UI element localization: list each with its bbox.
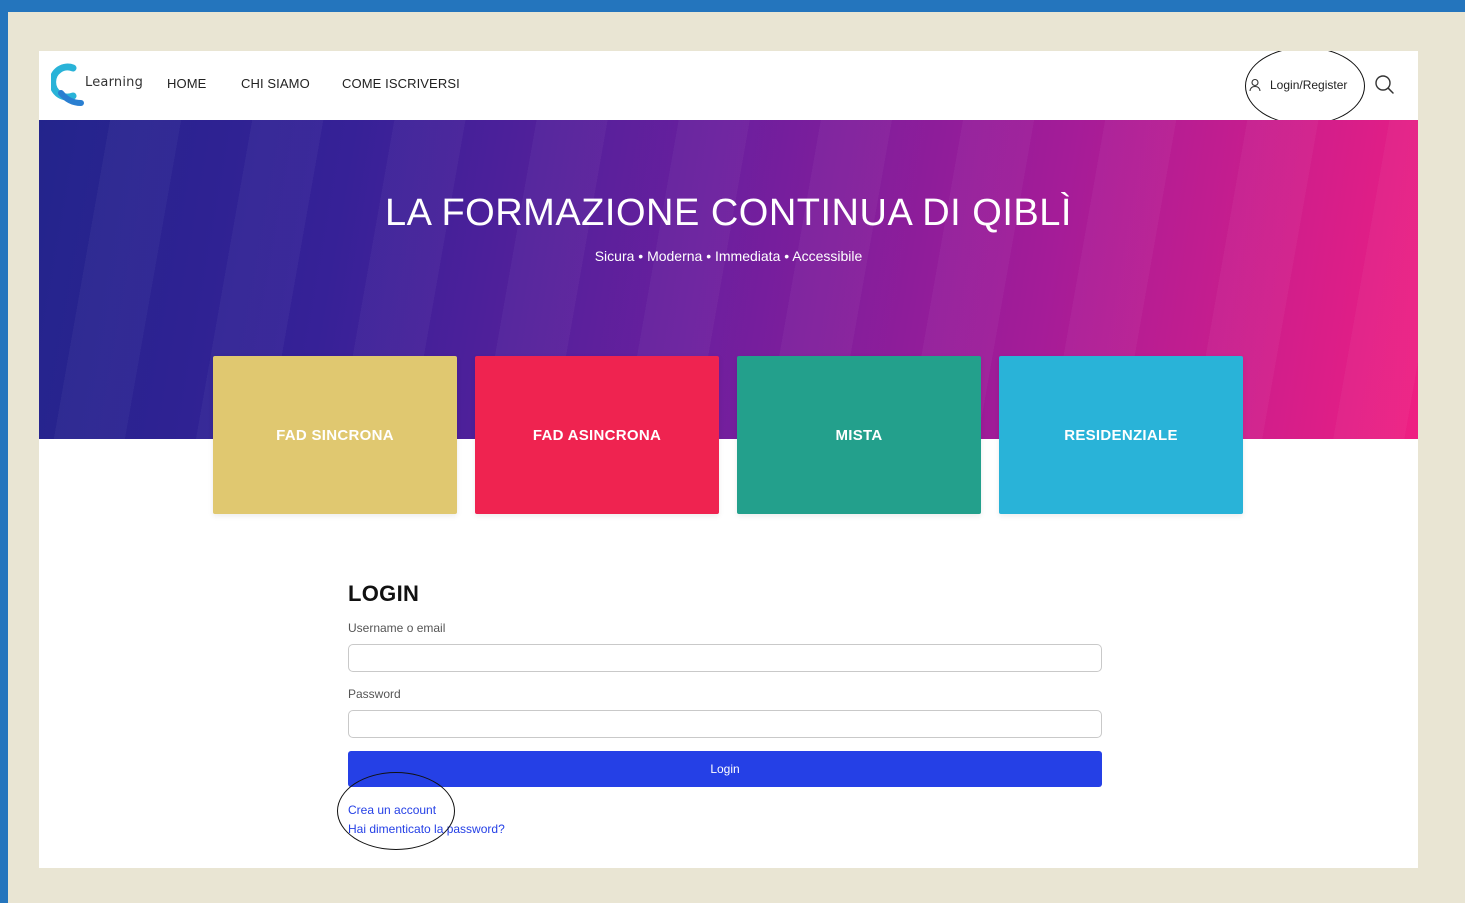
logo-text: Learning xyxy=(85,75,144,90)
login-title: LOGIN xyxy=(348,581,420,606)
user-icon xyxy=(1249,78,1261,92)
card-mista[interactable]: MISTA xyxy=(737,356,981,514)
hero-subtitle: Sicura • Moderna • Immediata • Accessibi… xyxy=(594,248,863,264)
frame-top-bar xyxy=(0,0,1465,12)
forgot-password-link[interactable]: Hai dimenticato la password? xyxy=(348,822,505,836)
card-fad-asincrona[interactable]: FAD ASINCRONA xyxy=(475,356,719,514)
card-residenziale[interactable]: RESIDENZIALE xyxy=(999,356,1243,514)
search-icon xyxy=(1375,75,1394,94)
nav-come-iscriversi[interactable]: COME ISCRIVERSI xyxy=(342,76,460,91)
password-label: Password xyxy=(348,687,401,701)
card-label: MISTA xyxy=(835,426,883,444)
username-input[interactable] xyxy=(348,644,1102,672)
navbar: Learning HOME CHI SIAMO COME ISCRIVERSI … xyxy=(39,51,1418,125)
webpage: Learning HOME CHI SIAMO COME ISCRIVERSI … xyxy=(39,51,1418,868)
login-register-link[interactable]: Login/Register xyxy=(1248,75,1347,95)
card-label: FAD ASINCRONA xyxy=(532,426,662,444)
password-input[interactable] xyxy=(348,710,1102,738)
logo[interactable]: Learning xyxy=(51,63,143,107)
login-button[interactable]: Login xyxy=(348,751,1102,787)
nav-chi-siamo[interactable]: CHI SIAMO xyxy=(241,76,310,91)
card-label: RESIDENZIALE xyxy=(1064,426,1178,444)
username-label: Username o email xyxy=(348,621,446,635)
search-button[interactable] xyxy=(1373,73,1397,97)
card-label: FAD SINCRONA xyxy=(276,426,394,444)
login-register-label: Login/Register xyxy=(1270,78,1348,92)
frame-left-bar xyxy=(0,0,8,903)
card-fad-sincrona[interactable]: FAD SINCRONA xyxy=(213,356,457,514)
nav-home[interactable]: HOME xyxy=(167,76,206,91)
create-account-link[interactable]: Crea un account xyxy=(348,803,436,817)
hero-title: LA FORMAZIONE CONTINUA DI QIBLÌ xyxy=(385,192,1072,234)
